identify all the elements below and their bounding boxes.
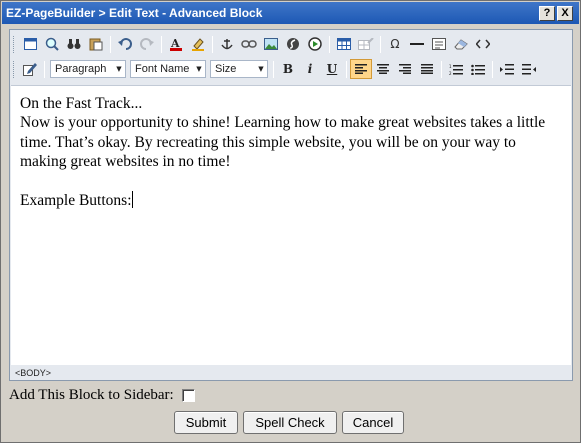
content-example-label: Example Buttons:: [20, 191, 132, 209]
svg-text:1: 1: [449, 64, 452, 69]
toolbar-separator: [329, 35, 330, 53]
submit-button[interactable]: Submit: [174, 411, 238, 434]
underline-button[interactable]: U: [321, 59, 343, 79]
toolbar-row-1: A Ω: [13, 33, 494, 55]
sidebar-option-label: Add This Block to Sidebar:: [9, 386, 174, 403]
svg-text:2: 2: [449, 71, 452, 75]
toolbar-separator: [346, 60, 347, 78]
edit-text-dialog: EZ-PageBuilder > Edit Text - Advanced Bl…: [0, 0, 581, 443]
element-path-bar: <BODY>: [11, 366, 571, 380]
media-icon[interactable]: [304, 34, 326, 54]
zoom-icon[interactable]: [41, 34, 63, 54]
rich-text-editor: A Ω Paragraph ▼ Font Name ▼ Size ▼ B i U…: [9, 29, 573, 381]
text-caret: [131, 190, 133, 208]
toolbar-separator: [441, 60, 442, 78]
font-name-select[interactable]: Font Name ▼: [130, 60, 206, 78]
toolbar-row-2: Paragraph ▼ Font Name ▼ Size ▼ B i U 1 2: [13, 58, 540, 80]
eraser-icon[interactable]: [450, 34, 472, 54]
table-properties-icon[interactable]: [355, 34, 377, 54]
source-code-icon[interactable]: [472, 34, 494, 54]
toolbar-separator: [44, 60, 45, 78]
redo-icon[interactable]: [136, 34, 158, 54]
editor-content-area[interactable]: On the Fast Track... Now is your opportu…: [11, 85, 571, 365]
form-icon[interactable]: [428, 34, 450, 54]
format-select-value: Paragraph: [55, 63, 107, 75]
sidebar-option: Add This Block to Sidebar:: [9, 386, 195, 404]
horizontal-rule-icon[interactable]: [406, 34, 428, 54]
add-to-sidebar-checkbox[interactable]: [181, 388, 195, 402]
flash-icon[interactable]: [282, 34, 304, 54]
align-right-icon[interactable]: [394, 59, 416, 79]
toolbar-separator: [212, 35, 213, 53]
content-paragraph: Now is your opportunity to shine! Learni…: [20, 114, 546, 171]
spell-check-button[interactable]: Spell Check: [243, 411, 337, 434]
toolbar-grip[interactable]: [13, 60, 16, 78]
close-button[interactable]: X: [557, 6, 573, 21]
chevron-down-icon: ▼: [116, 65, 122, 73]
bold-button[interactable]: B: [277, 59, 299, 79]
cancel-button[interactable]: Cancel: [342, 411, 404, 434]
font-name-select-value: Font Name: [135, 63, 190, 75]
title-bar: EZ-PageBuilder > Edit Text - Advanced Bl…: [2, 2, 579, 24]
link-icon[interactable]: [238, 34, 260, 54]
format-select[interactable]: Paragraph ▼: [50, 60, 126, 78]
edit-style-icon[interactable]: [19, 59, 41, 79]
find-icon[interactable]: [63, 34, 85, 54]
window-title: EZ-PageBuilder > Edit Text - Advanced Bl…: [6, 6, 263, 20]
outdent-icon[interactable]: [518, 59, 540, 79]
preview-icon[interactable]: [19, 34, 41, 54]
align-center-icon[interactable]: [372, 59, 394, 79]
text-color-icon[interactable]: A: [165, 34, 187, 54]
align-left-icon[interactable]: [350, 59, 372, 79]
toolbar-separator: [273, 60, 274, 78]
highlight-icon[interactable]: [187, 34, 209, 54]
image-icon[interactable]: [260, 34, 282, 54]
table-icon[interactable]: [333, 34, 355, 54]
content-example-line: Example Buttons:: [20, 190, 562, 210]
toolbar-separator: [161, 35, 162, 53]
bullet-list-icon[interactable]: [467, 59, 489, 79]
chevron-down-icon: ▼: [196, 65, 202, 73]
indent-icon[interactable]: [496, 59, 518, 79]
font-size-select[interactable]: Size ▼: [210, 60, 268, 78]
paste-icon[interactable]: [85, 34, 107, 54]
chevron-down-icon: ▼: [258, 65, 264, 73]
special-char-icon[interactable]: Ω: [384, 34, 406, 54]
italic-button[interactable]: i: [299, 59, 321, 79]
element-path[interactable]: <BODY>: [15, 368, 51, 378]
undo-icon[interactable]: [114, 34, 136, 54]
toolbar-separator: [492, 60, 493, 78]
toolbar-separator: [110, 35, 111, 53]
toolbar-grip[interactable]: [13, 35, 16, 53]
numbered-list-icon[interactable]: 12: [445, 59, 467, 79]
toolbar-separator: [380, 35, 381, 53]
dialog-buttons: Submit Spell Check Cancel: [1, 411, 581, 435]
align-justify-icon[interactable]: [416, 59, 438, 79]
content-heading: On the Fast Track...: [20, 95, 143, 112]
anchor-icon[interactable]: [216, 34, 238, 54]
help-button[interactable]: ?: [539, 6, 555, 21]
font-size-select-value: Size: [215, 63, 237, 75]
